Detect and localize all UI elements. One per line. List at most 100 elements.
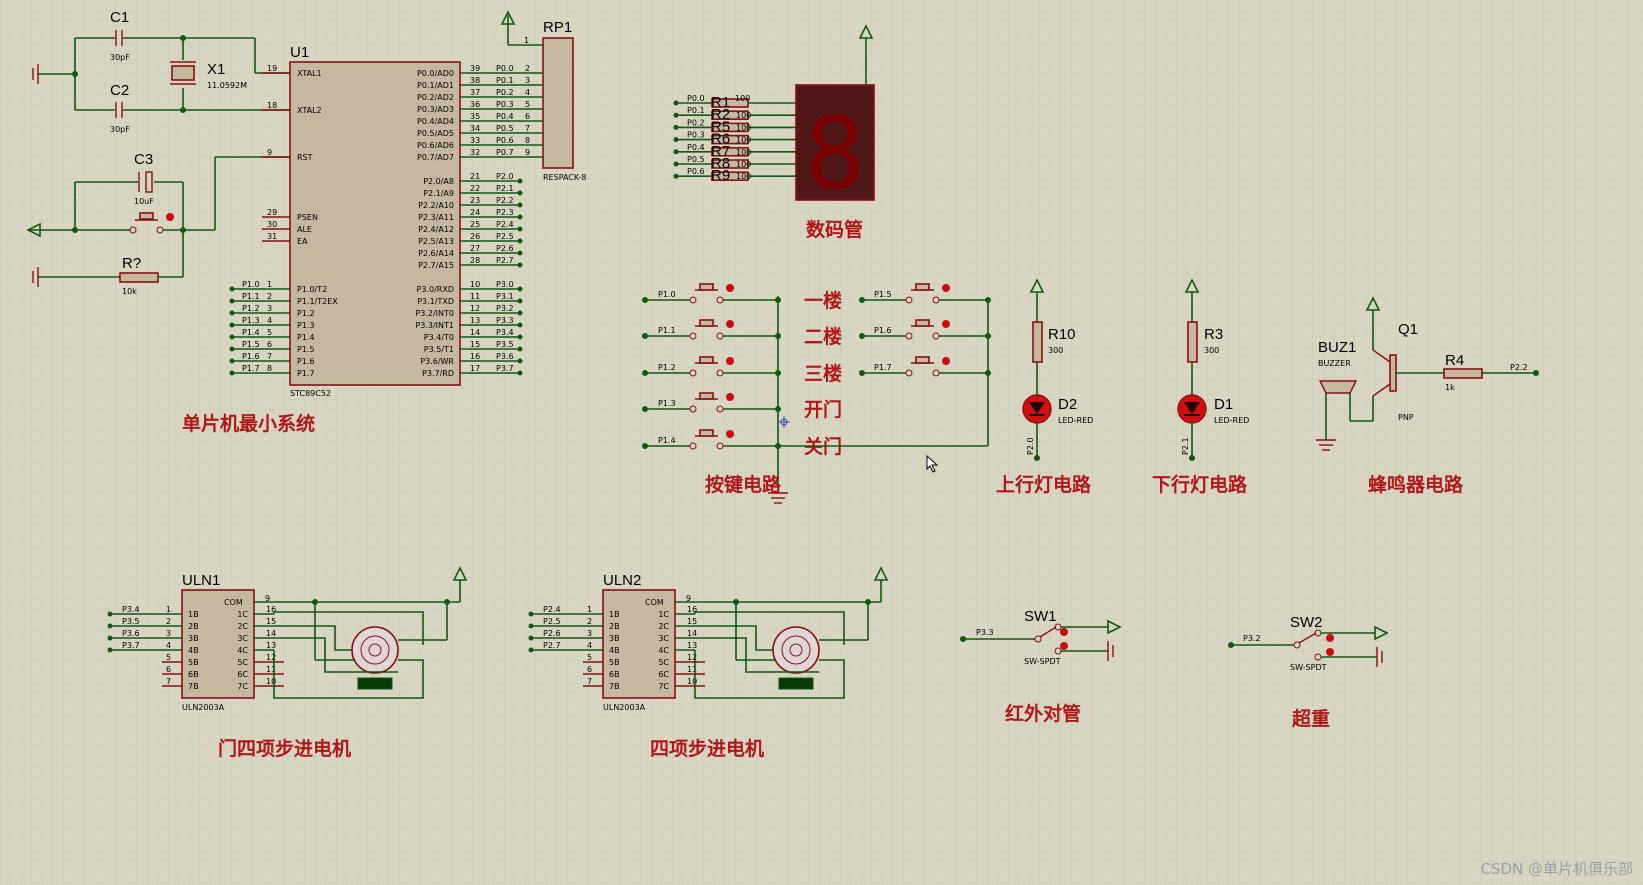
r10-ref: R10 <box>1048 326 1076 343</box>
u1-pin-net: P3.7 <box>496 364 514 373</box>
uln-out-name: 5C <box>237 658 248 667</box>
uln-in-net: P3.4 <box>122 605 140 614</box>
u1-pin-net: P3.5 <box>496 340 514 349</box>
u1-pin-net: P3.2 <box>496 304 514 313</box>
uln2-part: ULN2003A <box>603 703 646 712</box>
u1-pin-net: P1.3 <box>242 316 260 325</box>
uln-in-num: 2 <box>166 617 171 626</box>
u1-pin-name: P1.2 <box>297 309 315 318</box>
uln-out-num: 14 <box>266 629 276 638</box>
uln-in-num: 2 <box>587 617 592 626</box>
u1-pin-name: P2.5/A13 <box>418 237 454 246</box>
u1-pin-net: P2.1 <box>496 184 514 193</box>
uln1-part: ULN2003A <box>182 703 225 712</box>
u1-pin-name: P0.2/AD2 <box>417 93 454 102</box>
uln-in-name: 4B <box>188 646 199 655</box>
uln-in-num: 7 <box>166 677 171 686</box>
key-net-label: P1.6 <box>874 326 892 335</box>
u1-pin-net: P0.0 <box>496 64 514 73</box>
u1-pin-net: P0.5 <box>496 124 514 133</box>
u1-pin-num: 18 <box>267 101 277 110</box>
u1-pin-name: P3.3/INT1 <box>415 321 454 330</box>
resistor-r4[interactable] <box>1443 368 1483 379</box>
u1-pin-num: 35 <box>470 112 480 121</box>
key-floor-label: 开门 <box>804 398 842 421</box>
uln-in-num: 1 <box>166 605 171 614</box>
uln-out-name: 4C <box>237 646 248 655</box>
segment-net-label: P0.1 <box>687 106 705 115</box>
uln1-ref: ULN1 <box>182 572 220 589</box>
u1-pin-net: P2.2 <box>496 196 514 205</box>
x1-value: 11.0592M <box>207 81 247 90</box>
mouse-cursor-icon <box>926 455 939 473</box>
uln-in-net: P3.7 <box>122 641 140 650</box>
c1-value: 30pF <box>110 53 130 62</box>
u1-pin-net: P3.0 <box>496 280 514 289</box>
resistor-r10[interactable] <box>1032 321 1043 363</box>
u1-pin-num: 30 <box>267 220 277 229</box>
section-title-ir: 红外对管 <box>1005 702 1081 725</box>
uln-in-name: 6B <box>609 670 620 679</box>
u1-pin-net: P2.0 <box>496 172 514 181</box>
uln-in-num: 3 <box>166 629 171 638</box>
uln-out-num: 13 <box>266 641 276 650</box>
u1-pin-net: P1.1 <box>242 292 260 301</box>
uln-in-num: 5 <box>166 653 171 662</box>
q1-part: PNP <box>1398 413 1414 422</box>
u1-pin-net: P2.3 <box>496 208 514 217</box>
uln-out-num: 15 <box>266 617 276 626</box>
u1-pin-net: P0.6 <box>496 136 514 145</box>
u1-pin-num: 26 <box>470 232 480 241</box>
u1-pin-name: P1.4 <box>297 333 315 342</box>
uln-out-name: 2C <box>237 622 248 631</box>
u1-pin-name: P3.1/TXD <box>417 297 454 306</box>
seg-digit: 8 <box>805 95 865 212</box>
u1-pin-num: 28 <box>470 256 480 265</box>
segment-net-label: P0.5 <box>687 155 705 164</box>
segment-resistor-value: 100 <box>736 172 751 181</box>
u1-pin-name: P2.7/A15 <box>418 261 454 270</box>
u1-pin-name: P2.2/A10 <box>418 201 454 210</box>
uln-in-name: 5B <box>188 658 199 667</box>
section-title-display: 数码管 <box>806 218 863 241</box>
section-title-mcu: 单片机最小系统 <box>182 412 315 435</box>
watermark: CSDN @单片机俱乐部 <box>1480 860 1633 878</box>
c3-ref: C3 <box>134 151 153 168</box>
resistor-r3[interactable] <box>1187 321 1198 363</box>
u1-pin-name: P1.5 <box>297 345 315 354</box>
u1-pin-num: 7 <box>267 352 272 361</box>
u1-pin-name: P0.6/AD6 <box>417 141 454 150</box>
segment-net-label: P0.6 <box>687 167 705 176</box>
sw1-ref: SW1 <box>1024 608 1057 625</box>
sw2-ref: SW2 <box>1290 614 1323 631</box>
stepper-motor-2[interactable] <box>772 626 820 690</box>
uln-in-net: P2.5 <box>543 617 561 626</box>
uln-in-name: 1B <box>188 610 199 619</box>
rp1-pin-num: 2 <box>525 64 530 73</box>
u1-pin-name: EA <box>297 237 308 246</box>
u1-pin-net: P3.6 <box>496 352 514 361</box>
u1-pin-num: 4 <box>267 316 272 325</box>
u1-pin-num: 22 <box>470 184 480 193</box>
c2-value: 30pF <box>110 125 130 134</box>
stepper-motor-1[interactable] <box>351 626 399 690</box>
led-d1[interactable] <box>1177 394 1207 424</box>
u1-pin-name: P3.5/T1 <box>424 345 454 354</box>
uln-in-net: P2.6 <box>543 629 561 638</box>
led-d2[interactable] <box>1022 394 1052 424</box>
uln-out-name: 1C <box>658 610 669 619</box>
schematic-sheet[interactable]: C1 30pF C2 30pF X1 11.0592M C3 10uF R? 1… <box>0 0 1643 885</box>
u1-pin-num: 3 <box>267 304 272 313</box>
uln-in-name: 7B <box>188 682 199 691</box>
u1-pin-net: P1.7 <box>242 364 260 373</box>
u1-pin-net: P0.7 <box>496 148 514 157</box>
u1-pin-name: P0.3/AD3 <box>417 105 454 114</box>
uln2-ref: ULN2 <box>603 572 641 589</box>
buz1-ref: BUZ1 <box>1318 339 1356 356</box>
u1-pin-num: 27 <box>470 244 480 253</box>
key-floor-label: 三楼 <box>804 362 842 385</box>
x1-ref: X1 <box>207 61 225 78</box>
u1-pin-num: 11 <box>470 292 480 301</box>
uln-out-name: 3C <box>237 634 248 643</box>
u1-pin-num: 19 <box>267 64 277 73</box>
